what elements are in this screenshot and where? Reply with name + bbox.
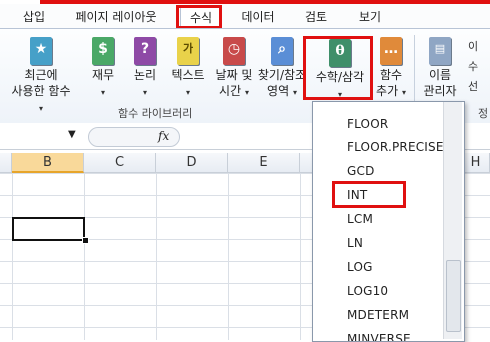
tab-insert[interactable]: 삽입 [12, 7, 56, 27]
column-header-h[interactable]: H [462, 153, 490, 173]
book-more-icon: … [378, 35, 404, 65]
name-manager-icon: ▤ [427, 35, 453, 65]
right-fragments: 이 수 선 [468, 40, 479, 93]
column-header-c[interactable]: C [84, 153, 156, 173]
function-item-lcm[interactable]: LCM [347, 212, 373, 226]
logical-button[interactable]: ? 논리 ▾ [128, 35, 162, 101]
book-text-icon: 가 [175, 35, 201, 65]
function-item-int[interactable]: INT [347, 188, 367, 202]
date-time-button[interactable]: ◷ 날짜 및 시간 ▾ [212, 35, 256, 101]
book-search-icon: ⌕ [269, 35, 295, 65]
book-question-icon: ? [132, 35, 158, 65]
column-header-b[interactable]: B [12, 153, 84, 173]
book-star-icon: ★ [28, 35, 54, 65]
tab-view[interactable]: 보기 [350, 7, 390, 27]
active-cell[interactable] [12, 217, 85, 241]
name-manager-button[interactable]: ▤ 이름 관리자 [418, 35, 462, 99]
ribbon-tab-bar: 삽입 페이지 레이아웃 수식 데이터 검토 보기 [0, 4, 490, 28]
recent-functions-button[interactable]: ★ 최근에 사용한 함수 ▾ [8, 35, 74, 117]
fx-icon[interactable]: fx [158, 129, 169, 143]
lookup-reference-button[interactable]: ⌕ 찾기/참조 영역 ▾ [256, 35, 308, 101]
column-header-e[interactable]: E [228, 153, 300, 173]
function-item-gcd[interactable]: GCD [347, 164, 375, 178]
function-item-ln[interactable]: LN [347, 236, 363, 250]
book-clock-icon: ◷ [221, 35, 247, 65]
function-item-log10[interactable]: LOG10 [347, 284, 388, 298]
dropdown-scrollbar[interactable] [443, 102, 462, 339]
scrollbar-thumb[interactable] [446, 260, 461, 332]
financial-button[interactable]: $ 재무 ▾ [86, 35, 120, 101]
tab-review[interactable]: 검토 [296, 7, 336, 27]
group-label-function-library: 함수 라이브러리 [118, 107, 193, 120]
function-item-log[interactable]: LOG [347, 260, 373, 274]
function-item-minverse[interactable]: MINVERSE [347, 332, 411, 341]
text-button[interactable]: 가 텍스트 ▾ [166, 35, 210, 101]
tab-formulas[interactable]: 수식 [180, 7, 222, 28]
name-box-dropdown-icon[interactable]: ▼ [68, 129, 76, 140]
math-trig-button[interactable]: θ 수학/삼각 ▾ [308, 37, 372, 103]
book-money-icon: $ [90, 35, 116, 65]
function-item-floor[interactable]: FLOOR [347, 117, 388, 131]
function-item-floor-precise[interactable]: FLOOR.PRECISE [347, 140, 444, 154]
corner-header[interactable] [0, 153, 12, 173]
function-item-mdeterm[interactable]: MDETERM [347, 308, 409, 322]
tab-page-layout[interactable]: 페이지 레이아웃 [62, 7, 170, 27]
column-header-d[interactable]: D [156, 153, 228, 173]
more-functions-button[interactable]: … 함수 추가 ▾ [374, 35, 408, 101]
book-theta-icon: θ [327, 37, 353, 67]
tab-data[interactable]: 데이터 [232, 7, 284, 27]
fill-handle[interactable] [82, 237, 89, 244]
group-label-fragment: 정 [478, 107, 489, 120]
